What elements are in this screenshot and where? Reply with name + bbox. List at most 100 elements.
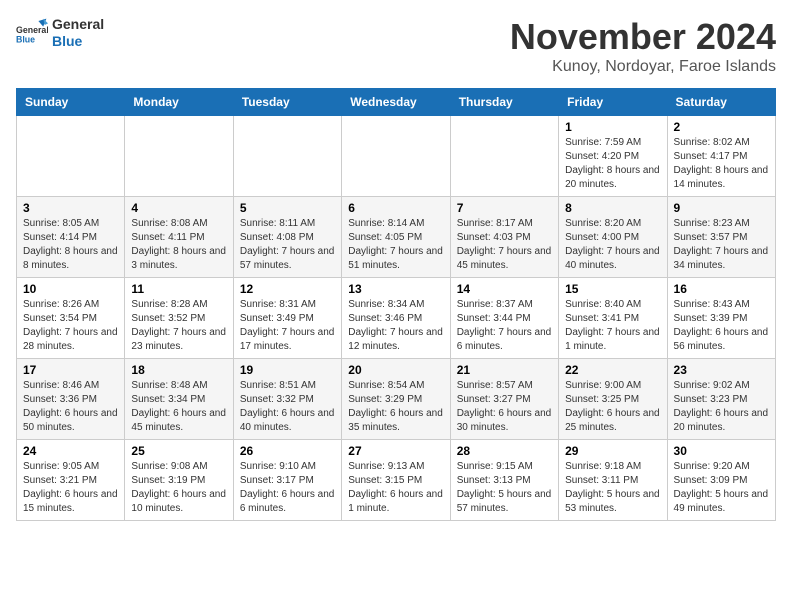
day-detail: Sunrise: 8:26 AM Sunset: 3:54 PM Dayligh…	[23, 298, 118, 354]
day-cell: 28 Sunrise: 9:15 AM Sunset: 3:13 PM Dayli…	[450, 440, 558, 521]
day-detail: Sunrise: 8:05 AM Sunset: 4:14 PM Dayligh…	[23, 217, 118, 273]
day-cell: 22Sunrise: 9:00 AM Sunset: 3:25 PM Dayli…	[559, 359, 667, 440]
day-detail: Sunrise: 8:34 AM Sunset: 3:46 PM Dayligh…	[348, 298, 443, 354]
day-cell: 30Sunrise: 9:20 AM Sunset: 3:09 PM Dayli…	[667, 440, 775, 521]
svg-text:Blue: Blue	[16, 34, 35, 44]
week-row-1: 3 Sunrise: 8:05 AM Sunset: 4:14 PM Daylig…	[17, 197, 776, 278]
day-detail: Sunrise: 8:02 AM Sunset: 4:17 PM Dayligh…	[674, 136, 769, 192]
day-detail: Sunrise: 9:15 AM Sunset: 3:13 PM Dayligh…	[457, 460, 552, 516]
day-detail: Sunrise: 8:40 AM Sunset: 3:41 PM Dayligh…	[565, 298, 660, 354]
day-cell: 26 Sunrise: 9:10 AM Sunset: 3:17 PM Dayli…	[233, 440, 341, 521]
day-detail: Sunrise: 9:18 AM Sunset: 3:11 PM Dayligh…	[565, 460, 660, 516]
day-cell: 5 Sunrise: 8:11 AM Sunset: 4:08 PM Daylig…	[233, 197, 341, 278]
day-number: 20	[348, 363, 443, 377]
day-number: 17	[23, 363, 118, 377]
day-cell: 21 Sunrise: 8:57 AM Sunset: 3:27 PM Dayli…	[450, 359, 558, 440]
day-number: 21	[457, 363, 552, 377]
page-header: General Blue General Blue November 2024 …	[16, 16, 776, 76]
day-number: 18	[131, 363, 226, 377]
title-area: November 2024 Kunoy, Nordoyar, Faroe Isl…	[510, 16, 776, 76]
day-number: 12	[240, 282, 335, 296]
day-detail: Sunrise: 9:20 AM Sunset: 3:09 PM Dayligh…	[674, 460, 769, 516]
day-cell: 19 Sunrise: 8:51 AM Sunset: 3:32 PM Dayli…	[233, 359, 341, 440]
logo: General Blue General Blue	[16, 16, 104, 50]
day-cell: 20 Sunrise: 8:54 AM Sunset: 3:29 PM Dayli…	[342, 359, 450, 440]
day-number: 5	[240, 201, 335, 215]
header-tuesday: Tuesday	[233, 89, 341, 116]
day-detail: Sunrise: 8:46 AM Sunset: 3:36 PM Dayligh…	[23, 379, 118, 435]
day-cell: 17 Sunrise: 8:46 AM Sunset: 3:36 PM Dayli…	[17, 359, 125, 440]
day-detail: Sunrise: 8:51 AM Sunset: 3:32 PM Dayligh…	[240, 379, 335, 435]
week-row-4: 24Sunrise: 9:05 AM Sunset: 3:21 PM Dayli…	[17, 440, 776, 521]
day-number: 8	[565, 201, 660, 215]
day-number: 3	[23, 201, 118, 215]
day-number: 28	[457, 444, 552, 458]
day-number: 15	[565, 282, 660, 296]
day-detail: Sunrise: 9:05 AM Sunset: 3:21 PM Dayligh…	[23, 460, 118, 516]
day-detail: Sunrise: 9:10 AM Sunset: 3:17 PM Dayligh…	[240, 460, 335, 516]
day-detail: Sunrise: 8:11 AM Sunset: 4:08 PM Dayligh…	[240, 217, 335, 273]
day-cell: 16 Sunrise: 8:43 AM Sunset: 3:39 PM Dayli…	[667, 278, 775, 359]
day-cell	[17, 116, 125, 197]
location-title: Kunoy, Nordoyar, Faroe Islands	[510, 58, 776, 76]
day-cell: 4Sunrise: 8:08 AM Sunset: 4:11 PM Daylig…	[125, 197, 233, 278]
day-number: 11	[131, 282, 226, 296]
day-number: 25	[131, 444, 226, 458]
week-row-0: 1Sunrise: 7:59 AM Sunset: 4:20 PM Daylig…	[17, 116, 776, 197]
day-cell	[125, 116, 233, 197]
day-detail: Sunrise: 8:08 AM Sunset: 4:11 PM Dayligh…	[131, 217, 226, 273]
header-row: Sunday Monday Tuesday Wednesday Thursday…	[17, 89, 776, 116]
day-detail: Sunrise: 9:13 AM Sunset: 3:15 PM Dayligh…	[348, 460, 443, 516]
day-cell: 9Sunrise: 8:23 AM Sunset: 3:57 PM Daylig…	[667, 197, 775, 278]
day-detail: Sunrise: 9:08 AM Sunset: 3:19 PM Dayligh…	[131, 460, 226, 516]
day-number: 27	[348, 444, 443, 458]
header-sunday: Sunday	[17, 89, 125, 116]
day-cell: 23 Sunrise: 9:02 AM Sunset: 3:23 PM Dayli…	[667, 359, 775, 440]
day-detail: Sunrise: 8:57 AM Sunset: 3:27 PM Dayligh…	[457, 379, 552, 435]
day-detail: Sunrise: 8:48 AM Sunset: 3:34 PM Dayligh…	[131, 379, 226, 435]
day-cell: 7Sunrise: 8:17 AM Sunset: 4:03 PM Daylig…	[450, 197, 558, 278]
day-number: 16	[674, 282, 769, 296]
day-number: 13	[348, 282, 443, 296]
day-number: 26	[240, 444, 335, 458]
day-detail: Sunrise: 9:00 AM Sunset: 3:25 PM Dayligh…	[565, 379, 660, 435]
day-detail: Sunrise: 8:31 AM Sunset: 3:49 PM Dayligh…	[240, 298, 335, 354]
header-wednesday: Wednesday	[342, 89, 450, 116]
day-detail: Sunrise: 8:54 AM Sunset: 3:29 PM Dayligh…	[348, 379, 443, 435]
day-detail: Sunrise: 9:02 AM Sunset: 3:23 PM Dayligh…	[674, 379, 769, 435]
day-number: 29	[565, 444, 660, 458]
day-cell: 11Sunrise: 8:28 AM Sunset: 3:52 PM Dayli…	[125, 278, 233, 359]
header-friday: Friday	[559, 89, 667, 116]
week-row-2: 10Sunrise: 8:26 AM Sunset: 3:54 PM Dayli…	[17, 278, 776, 359]
header-thursday: Thursday	[450, 89, 558, 116]
day-detail: Sunrise: 8:43 AM Sunset: 3:39 PM Dayligh…	[674, 298, 769, 354]
day-detail: Sunrise: 8:23 AM Sunset: 3:57 PM Dayligh…	[674, 217, 769, 273]
day-cell: 25 Sunrise: 9:08 AM Sunset: 3:19 PM Dayli…	[125, 440, 233, 521]
day-cell: 13 Sunrise: 8:34 AM Sunset: 3:46 PM Dayli…	[342, 278, 450, 359]
day-number: 7	[457, 201, 552, 215]
day-number: 14	[457, 282, 552, 296]
day-cell: 8 Sunrise: 8:20 AM Sunset: 4:00 PM Daylig…	[559, 197, 667, 278]
day-number: 6	[348, 201, 443, 215]
day-cell: 15 Sunrise: 8:40 AM Sunset: 3:41 PM Dayli…	[559, 278, 667, 359]
calendar-table: Sunday Monday Tuesday Wednesday Thursday…	[16, 88, 776, 521]
day-detail: Sunrise: 7:59 AM Sunset: 4:20 PM Dayligh…	[565, 136, 660, 192]
day-cell	[233, 116, 341, 197]
day-number: 2	[674, 120, 769, 134]
logo-line2: Blue	[52, 33, 104, 50]
logo-line1: General	[52, 16, 104, 33]
day-cell: 27 Sunrise: 9:13 AM Sunset: 3:15 PM Dayli…	[342, 440, 450, 521]
logo-icon: General Blue	[16, 17, 48, 49]
day-detail: Sunrise: 8:20 AM Sunset: 4:00 PM Dayligh…	[565, 217, 660, 273]
day-cell	[450, 116, 558, 197]
day-cell: 10Sunrise: 8:26 AM Sunset: 3:54 PM Dayli…	[17, 278, 125, 359]
day-cell: 12 Sunrise: 8:31 AM Sunset: 3:49 PM Dayli…	[233, 278, 341, 359]
day-detail: Sunrise: 8:37 AM Sunset: 3:44 PM Dayligh…	[457, 298, 552, 354]
week-row-3: 17 Sunrise: 8:46 AM Sunset: 3:36 PM Dayli…	[17, 359, 776, 440]
day-cell: 1Sunrise: 7:59 AM Sunset: 4:20 PM Daylig…	[559, 116, 667, 197]
day-cell: 6Sunrise: 8:14 AM Sunset: 4:05 PM Daylig…	[342, 197, 450, 278]
day-cell: 2 Sunrise: 8:02 AM Sunset: 4:17 PM Daylig…	[667, 116, 775, 197]
day-number: 23	[674, 363, 769, 377]
header-saturday: Saturday	[667, 89, 775, 116]
day-number: 19	[240, 363, 335, 377]
